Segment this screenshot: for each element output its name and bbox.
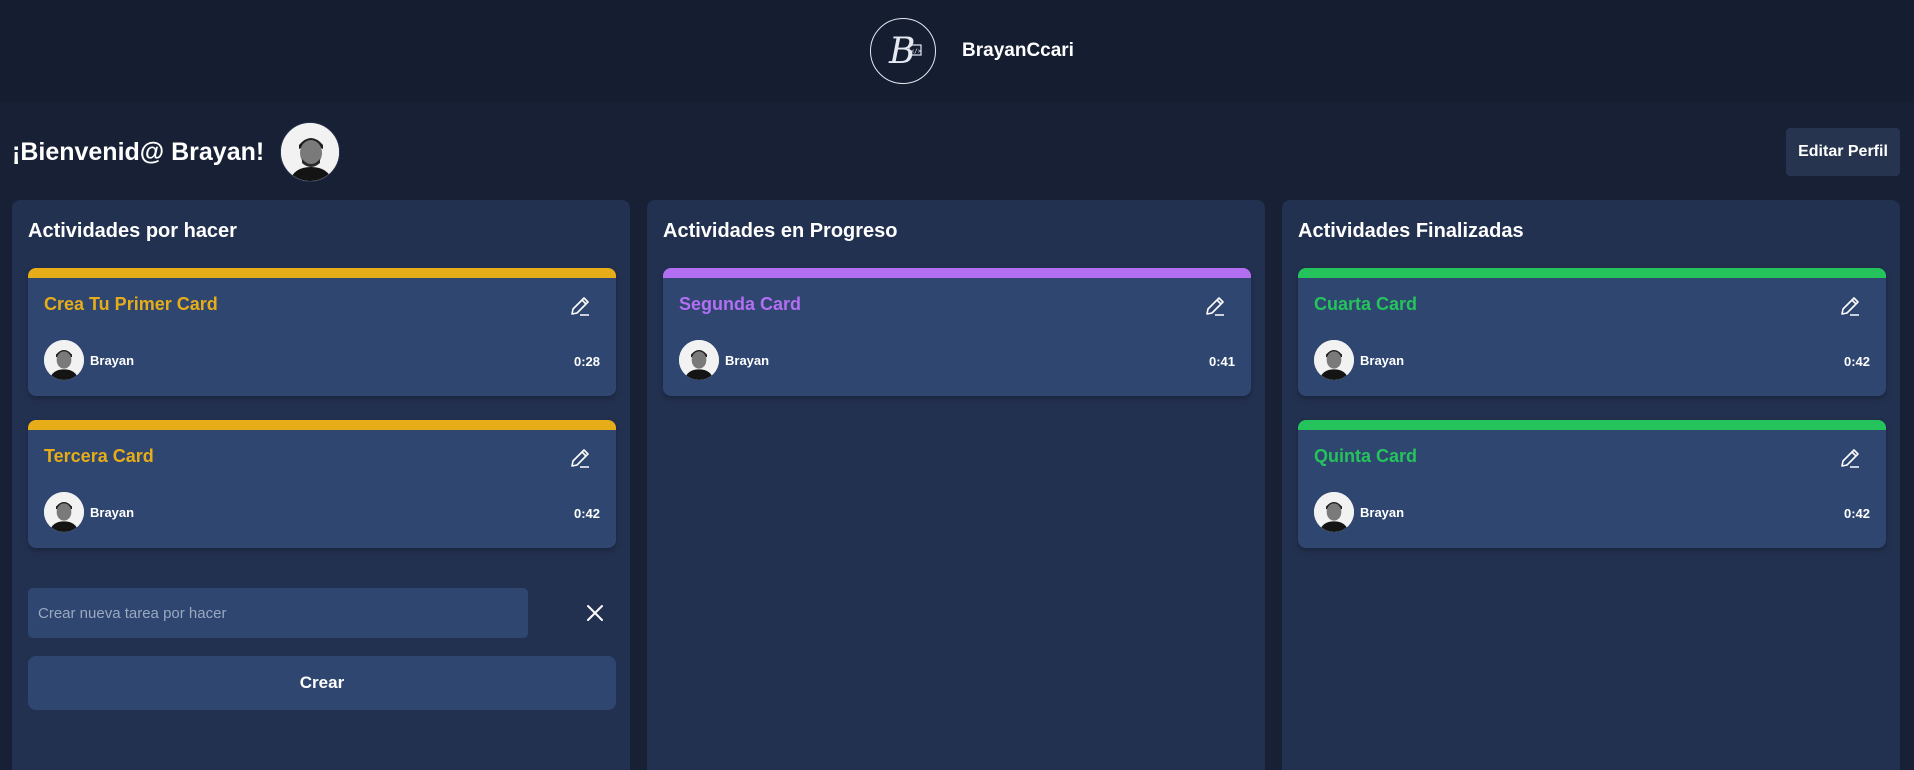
- card-accent-bar: [28, 268, 616, 278]
- card-accent-bar: [1298, 420, 1886, 430]
- card-title: Quinta Card: [1314, 446, 1418, 466]
- task-card[interactable]: Segunda Card Brayan 0:41: [663, 268, 1251, 396]
- column-in-progress: Actividades en Progreso Segunda Card Bra…: [647, 200, 1265, 770]
- avatar: [44, 340, 84, 380]
- card-user: Brayan: [44, 340, 134, 380]
- brand-name: BrayanCcari: [962, 40, 1074, 61]
- card-user: Brayan: [1314, 492, 1404, 532]
- pencil-icon[interactable]: [1838, 294, 1862, 318]
- card-user: Brayan: [679, 340, 769, 380]
- pencil-icon[interactable]: [568, 446, 592, 470]
- avatar: [1314, 492, 1354, 532]
- logo-icon: B </>: [870, 18, 937, 84]
- svg-text:</>: </>: [911, 48, 922, 55]
- create-button[interactable]: Crear: [28, 656, 616, 710]
- task-card[interactable]: Crea Tu Primer Card Brayan 0:28: [28, 268, 616, 396]
- card-title: Segunda Card: [679, 294, 802, 314]
- user-name: Brayan: [90, 352, 135, 368]
- card-time: 0:42: [1843, 354, 1870, 369]
- column-todo: Actividades por hacer Crea Tu Primer Car…: [12, 200, 630, 770]
- new-task-input[interactable]: [28, 588, 528, 638]
- close-icon[interactable]: [584, 602, 606, 624]
- task-card[interactable]: Tercera Card Brayan 0:42: [28, 420, 616, 548]
- card-user: Brayan: [44, 492, 134, 532]
- column-title: Actividades en Progreso: [663, 220, 898, 242]
- task-card[interactable]: Cuarta Card Brayan 0:42: [1298, 268, 1886, 396]
- edit-profile-button[interactable]: Editar Perfil: [1786, 128, 1900, 176]
- card-title: Crea Tu Primer Card: [44, 294, 218, 314]
- pencil-icon[interactable]: [1838, 446, 1862, 470]
- user-name: Brayan: [1360, 352, 1405, 368]
- avatar: [679, 340, 719, 380]
- welcome-section: ¡Bienvenid@ Brayan!: [12, 122, 341, 182]
- user-name: Brayan: [725, 352, 770, 368]
- card-time: 0:28: [573, 354, 600, 369]
- welcome-title: ¡Bienvenid@ Brayan!: [12, 137, 265, 166]
- card-accent-bar: [663, 268, 1251, 278]
- pencil-icon[interactable]: [568, 294, 592, 318]
- avatar: [44, 492, 84, 532]
- brand[interactable]: B </> BrayanCcari: [870, 18, 1074, 84]
- card-title: Cuarta Card: [1314, 294, 1418, 314]
- column-done: Actividades Finalizadas Cuarta Card Bray…: [1282, 200, 1900, 770]
- card-time: 0:42: [1843, 506, 1870, 521]
- task-card[interactable]: Quinta Card Brayan 0:42: [1298, 420, 1886, 548]
- avatar: [280, 122, 341, 182]
- top-bar: B </> BrayanCcari: [0, 0, 1914, 102]
- card-accent-bar: [28, 420, 616, 430]
- column-title: Actividades por hacer: [28, 220, 237, 242]
- card-user: Brayan: [1314, 340, 1404, 380]
- card-time: 0:41: [1208, 354, 1235, 369]
- card-title: Tercera Card: [44, 446, 154, 466]
- user-name: Brayan: [90, 504, 135, 520]
- column-title: Actividades Finalizadas: [1298, 220, 1524, 242]
- avatar: [1314, 340, 1354, 380]
- user-name: Brayan: [1360, 504, 1405, 520]
- card-time: 0:42: [573, 506, 600, 521]
- pencil-icon[interactable]: [1203, 294, 1227, 318]
- card-accent-bar: [1298, 268, 1886, 278]
